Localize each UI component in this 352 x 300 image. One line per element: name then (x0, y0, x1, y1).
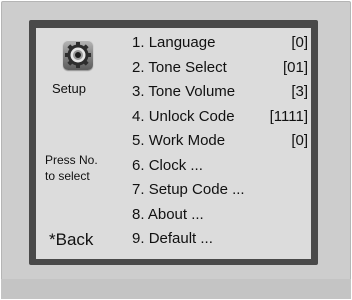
menu-item-number: 2. (132, 58, 149, 76)
hint-line-1: Press No. (45, 153, 98, 167)
menu-item-label: Setup Code ... (148, 181, 245, 198)
menu-item-label: Tone Select (148, 58, 227, 76)
menu-item-number: 6. (132, 156, 149, 174)
menu-item-value: [0] (291, 34, 308, 51)
menu-item-unlock-code[interactable]: 4. Unlock Code [1111] (132, 105, 308, 130)
menu-item-tone-volume[interactable]: 3. Tone Volume [3] (132, 80, 308, 105)
setup-screen: Setup Press No. to select *Back 1. Langu… (36, 28, 311, 259)
setup-menu: 1. Language [0] 2. Tone Select [01] 3. T… (132, 31, 308, 252)
menu-item-number: 5. (132, 132, 149, 149)
menu-item-value: [3] (291, 83, 308, 100)
select-hint: Press No. to select (45, 152, 98, 184)
menu-item-label: About ... (147, 205, 204, 223)
menu-item-label: Work Mode (148, 132, 226, 149)
menu-item-label: Tone Volume (148, 83, 236, 100)
menu-item-label: Clock ... (148, 156, 203, 174)
menu-item-number: 4. (132, 107, 149, 125)
menu-item-about[interactable]: 8. About ... (132, 203, 308, 228)
gear-icon (63, 40, 93, 70)
menu-item-clock[interactable]: 6. Clock ... (132, 154, 308, 179)
back-button[interactable]: *Back (49, 230, 93, 250)
menu-item-work-mode[interactable]: 5. Work Mode [0] (132, 129, 308, 154)
menu-item-label: Language (148, 34, 216, 51)
menu-item-number: 3. (132, 83, 149, 100)
hint-line-2: to select (45, 169, 90, 183)
menu-item-number: 8. (132, 205, 148, 223)
menu-item-tone-select[interactable]: 2. Tone Select [01] (132, 56, 308, 81)
menu-item-language[interactable]: 1. Language [0] (132, 31, 308, 56)
menu-item-setup-code[interactable]: 7. Setup Code ... (132, 178, 308, 203)
menu-item-value: [0] (291, 132, 308, 149)
menu-item-label: Unlock Code (148, 107, 235, 125)
menu-item-value: [01] (282, 58, 308, 76)
menu-item-label: Default ... (148, 230, 213, 247)
menu-item-number: 1. (132, 34, 149, 51)
device-bottom-strip (1, 279, 351, 299)
setup-title: Setup (52, 81, 86, 96)
menu-item-number: 9. (132, 230, 149, 247)
menu-item-default[interactable]: 9. Default ... (132, 227, 308, 252)
menu-item-number: 7. (132, 181, 149, 198)
menu-item-value: [1111] (269, 107, 308, 125)
